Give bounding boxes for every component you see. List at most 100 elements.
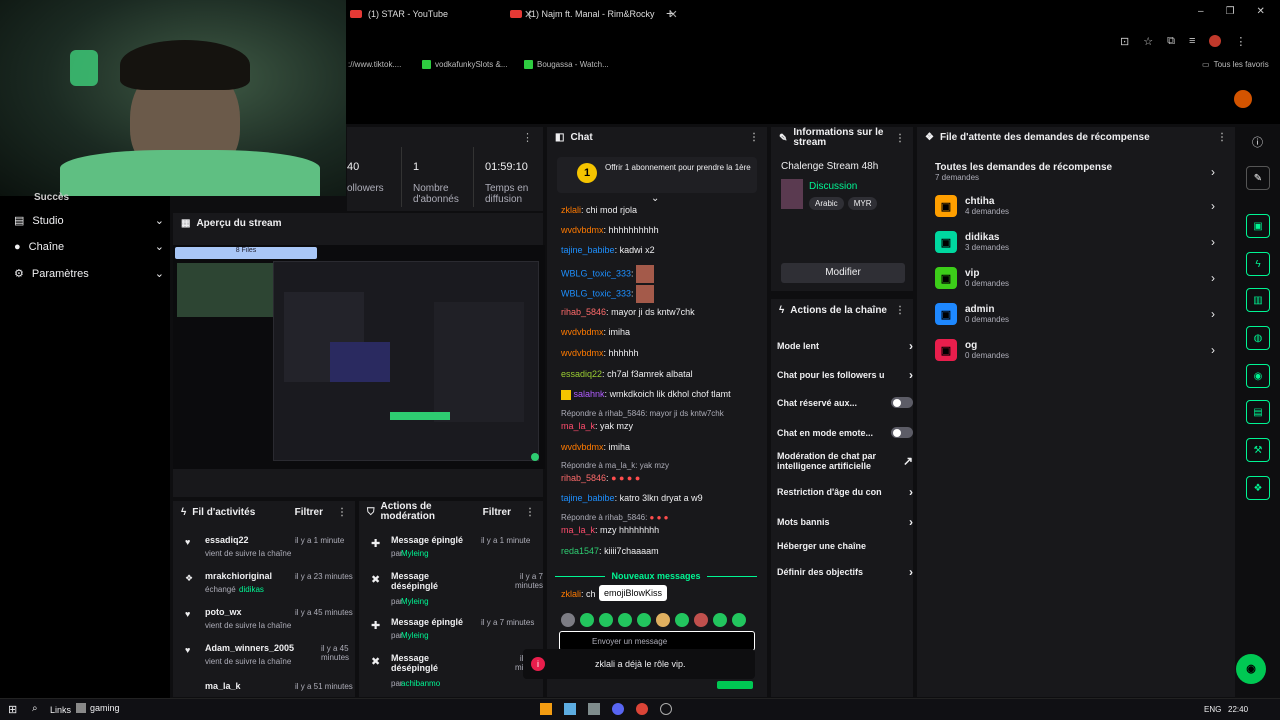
reward-icon[interactable]: ❖ <box>1246 476 1270 500</box>
menu-icon[interactable]: ≡ <box>1189 35 1195 48</box>
emote-icon[interactable] <box>561 613 575 627</box>
pencil-icon[interactable]: ✎ <box>1246 166 1270 190</box>
bookmark-item[interactable]: Bougassa - Watch... <box>524 60 609 69</box>
reward-item[interactable]: ▣ og 0 demandes › <box>935 335 1215 365</box>
panel-menu-icon[interactable]: ⋮ <box>895 305 905 316</box>
filter-button[interactable]: Filtrer <box>295 507 323 518</box>
emote-icon[interactable] <box>637 613 651 627</box>
reward-item[interactable]: ▣ didikas 3 demandes › <box>935 227 1215 257</box>
emote-icon: ● ● ● ● <box>611 473 641 483</box>
language-indicator[interactable]: ENG <box>1204 705 1221 714</box>
search-icon[interactable]: ⌕ <box>32 703 38 714</box>
all-bookmarks[interactable]: ▭ Tous les favoris <box>1202 60 1269 69</box>
sidebar-item-chaine[interactable]: ● Chaîne ⌄ <box>14 240 164 254</box>
more-icon[interactable]: ⋮ <box>1235 35 1246 48</box>
reward-item[interactable]: ▣ vip 0 demandes › <box>935 263 1215 293</box>
emote-icon[interactable] <box>713 613 727 627</box>
new-tab-button[interactable]: + <box>666 5 674 21</box>
sidebar-item-studio[interactable]: ▤ Studio ⌄ <box>14 214 164 228</box>
followers-value: 40 <box>347 161 360 173</box>
tag[interactable]: Arabic <box>809 197 844 210</box>
app-icon[interactable] <box>540 703 552 715</box>
sidebar-item-partial[interactable]: Succès <box>34 192 69 203</box>
reward-icon: ▣ <box>935 339 957 361</box>
maximize-button[interactable]: ❐ <box>1226 6 1235 17</box>
app-icon[interactable] <box>564 703 576 715</box>
panel-menu-icon[interactable]: ⋮ <box>895 133 905 144</box>
bookmark-item[interactable]: ://www.tiktok.... <box>348 60 401 69</box>
action-host-channel[interactable]: Héberger une chaîne <box>777 541 913 551</box>
taskbar: ⊞ ⌕ Links gaming ENG 22:40 <box>0 698 1280 720</box>
sidebar-item-parametres[interactable]: ⚙ Paramètres ⌄ <box>14 267 164 281</box>
activity-icon[interactable]: ▥ <box>1246 288 1270 312</box>
obs-icon[interactable] <box>660 703 672 715</box>
extensions-icon[interactable]: ⧉ <box>1167 35 1175 48</box>
chrome-icon[interactable] <box>636 703 648 715</box>
unpin-icon: ✖ <box>371 574 381 586</box>
panel-menu-icon[interactable]: ⋮ <box>522 131 533 144</box>
taskbar-links[interactable]: Links <box>50 705 71 715</box>
windows-start-icon[interactable]: ⊞ <box>8 703 17 716</box>
emote-icon[interactable] <box>694 613 708 627</box>
filter-button[interactable]: Filtrer <box>483 507 511 518</box>
chat-message: wvdvbdmx: hhhhhhhhhh <box>561 225 659 235</box>
minimize-button[interactable]: – <box>1198 6 1204 17</box>
category-link[interactable]: Discussion <box>809 181 857 192</box>
action-banned-words[interactable]: Mots bannis › <box>777 515 913 529</box>
emote-icon[interactable] <box>599 613 613 627</box>
panel-menu-icon[interactable]: ⋮ <box>1217 132 1227 143</box>
chat-message: WBLG_toxic_333: <box>561 285 655 303</box>
panel-menu-icon[interactable]: ⋮ <box>525 507 535 518</box>
preview-video[interactable]: 8 Files <box>173 245 545 469</box>
panel-menu-icon[interactable]: ⋮ <box>749 132 759 143</box>
studio-icon: ▤ <box>14 215 25 227</box>
emote-icon[interactable] <box>580 613 594 627</box>
new-messages-divider[interactable]: Nouveaux messages <box>555 571 758 581</box>
chat-icon[interactable]: ◍ <box>1246 326 1270 350</box>
action-ai-moderation[interactable]: Modération de chat par intelligence arti… <box>777 451 913 471</box>
pinned-message[interactable]: 1 Offrir 1 abonnement pour prendre la 1è… <box>557 157 757 193</box>
queue-icon[interactable]: ▤ <box>1246 400 1270 424</box>
action-slow-mode[interactable]: Mode lent › <box>777 339 913 353</box>
clock[interactable]: 22:40 <box>1228 705 1248 714</box>
toggle-switch[interactable] <box>891 397 913 408</box>
close-window-button[interactable]: ✕ <box>1257 6 1265 17</box>
app-icon[interactable] <box>588 703 600 715</box>
edit-button[interactable]: Modifier <box>781 263 905 283</box>
emote-icon[interactable] <box>675 613 689 627</box>
browser-tab[interactable]: (1) STAR - YouTube ✕ <box>350 4 533 24</box>
emote-icon[interactable] <box>732 613 746 627</box>
profile-avatar[interactable] <box>1209 35 1222 47</box>
translate-icon[interactable]: ⊡ <box>1120 35 1129 48</box>
broadcast-icon[interactable]: ◉ <box>1246 364 1270 388</box>
collapse-icon[interactable]: ⌄ <box>651 193 659 204</box>
chat-send-button[interactable] <box>717 681 753 689</box>
emote-icon[interactable] <box>618 613 632 627</box>
window-controls: – ❐ ✕ <box>1198 6 1265 17</box>
panel-menu-icon[interactable]: ⋮ <box>337 507 347 518</box>
bolt-icon[interactable]: ϟ <box>1246 252 1270 276</box>
heart-icon: ♥ <box>185 609 191 619</box>
stream-preview-icon[interactable]: ▣ <box>1246 214 1270 238</box>
action-age-restriction[interactable]: Restriction d'âge du con › <box>777 485 913 499</box>
star-icon[interactable]: ☆ <box>1143 35 1153 48</box>
taskbar-gaming[interactable]: gaming <box>76 703 120 713</box>
toggle-switch[interactable] <box>891 427 913 438</box>
wrench-icon[interactable]: ⚒ <box>1246 438 1270 462</box>
chat-message: tajine_babibe: kadwi x2 <box>561 245 655 255</box>
info-icon[interactable]: ⓘ <box>1252 134 1263 150</box>
discord-icon[interactable] <box>612 703 624 715</box>
action-followers-chat[interactable]: Chat pour les followers u › <box>777 368 913 382</box>
reward-all-requests[interactable]: Toutes les demandes de récompense 7 dema… <box>935 157 1215 187</box>
reward-item[interactable]: ▣ chtiha 4 demandes › <box>935 191 1215 221</box>
reward-item[interactable]: ▣ admin 0 demandes › <box>935 299 1215 329</box>
emote-icon[interactable] <box>656 613 670 627</box>
bookmark-item[interactable]: vodkafunkySlots &... <box>422 60 507 69</box>
action-set-goals[interactable]: Définir des objectifs › <box>777 565 913 579</box>
browser-tab[interactable]: (1) Najm ft. Manal - Rim&Rocky ✕ <box>510 4 678 24</box>
chat-help-button[interactable]: ◉ <box>1236 654 1266 684</box>
chat-input[interactable]: Envoyer un message <box>559 631 755 651</box>
chevron-right-icon: › <box>1211 235 1215 249</box>
tag[interactable]: MYR <box>847 197 878 210</box>
user-avatar[interactable] <box>1234 90 1252 108</box>
